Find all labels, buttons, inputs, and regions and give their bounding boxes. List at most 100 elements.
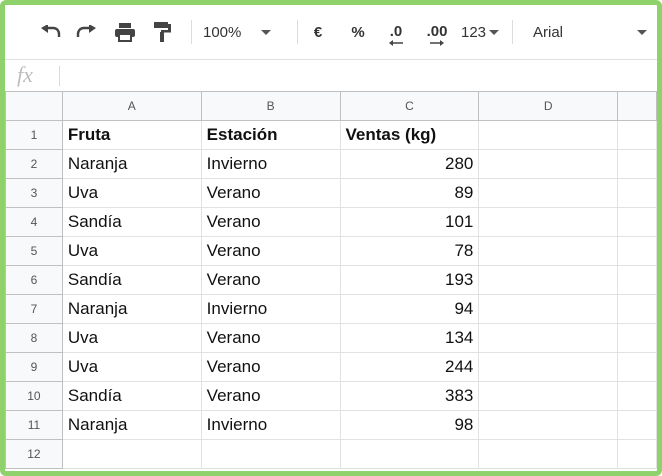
formula-input[interactable] [65,63,649,89]
table-row: 11 Naranja Invierno 98 [5,410,657,440]
cell-a4[interactable]: Sandía [61,207,202,237]
cell-a1[interactable]: Fruta [61,120,202,150]
cell-b12[interactable] [200,439,341,469]
row-header[interactable]: 6 [5,265,63,295]
cell-b10[interactable]: Verano [200,381,341,411]
column-header-d[interactable]: D [478,91,619,121]
cell-e9[interactable] [617,352,657,382]
cell-c12[interactable] [339,439,480,469]
spreadsheet-window: 100% € % .0 .00 123 Arial fx A B C D 1 F… [0,0,662,476]
cell-a3[interactable]: Uva [61,178,202,208]
cell-a2[interactable]: Naranja [61,149,202,179]
cell-e12[interactable] [617,439,657,469]
cell-c6[interactable]: 193 [339,265,480,295]
cell-d7[interactable] [478,294,619,324]
dropdown-caret-icon [637,29,648,35]
cell-e3[interactable] [617,178,657,208]
cell-c2[interactable]: 280 [339,149,480,179]
cell-c7[interactable]: 94 [339,294,480,324]
arrow-right-icon [430,39,444,46]
row-header[interactable]: 10 [5,381,63,411]
cell-b7[interactable]: Invierno [200,294,341,324]
table-row: 7 Naranja Invierno 94 [5,294,657,324]
font-select[interactable]: Arial [525,5,653,59]
cell-b1[interactable]: Estación [200,120,341,150]
column-header-a[interactable]: A [61,91,202,121]
cell-a6[interactable]: Sandía [61,265,202,295]
cell-e11[interactable] [617,410,657,440]
cell-b9[interactable]: Verano [200,352,341,382]
paint-format-icon[interactable] [147,5,177,59]
select-all-corner[interactable] [5,91,63,121]
cell-b5[interactable]: Verano [200,236,341,266]
cell-b6[interactable]: Verano [200,265,341,295]
cell-d5[interactable] [478,236,619,266]
cell-e7[interactable] [617,294,657,324]
cell-e5[interactable] [617,236,657,266]
increase-decimals-button[interactable]: .00 [417,5,457,59]
cell-d6[interactable] [478,265,619,295]
more-formats-button[interactable]: 123 [457,5,503,59]
cell-d10[interactable] [478,381,619,411]
cell-e4[interactable] [617,207,657,237]
row-header[interactable]: 9 [5,352,63,382]
cell-c10[interactable]: 383 [339,381,480,411]
row-header[interactable]: 2 [5,149,63,179]
dropdown-caret-icon [489,29,500,35]
row-header[interactable]: 1 [5,120,63,150]
cell-c9[interactable]: 244 [339,352,480,382]
cell-b2[interactable]: Invierno [200,149,341,179]
cell-c4[interactable]: 101 [339,207,480,237]
cell-b4[interactable]: Verano [200,207,341,237]
percent-format-button[interactable]: % [345,5,371,59]
cell-d12[interactable] [478,439,619,469]
formula-bar-separator [59,66,60,86]
decrease-decimals-button[interactable]: .0 [379,5,413,59]
toolbar: 100% € % .0 .00 123 Arial [5,5,657,60]
row-header[interactable]: 4 [5,207,63,237]
cell-d2[interactable] [478,149,619,179]
cell-a7[interactable]: Naranja [61,294,202,324]
cell-a9[interactable]: Uva [61,352,202,382]
row-header[interactable]: 3 [5,178,63,208]
column-header-c[interactable]: C [339,91,480,121]
toolbar-separator [297,20,298,44]
row-header[interactable]: 11 [5,410,63,440]
cell-c3[interactable]: 89 [339,178,480,208]
currency-format-button[interactable]: € [305,5,331,59]
cell-b3[interactable]: Verano [200,178,341,208]
cell-d3[interactable] [478,178,619,208]
cell-c1[interactable]: Ventas (kg) [339,120,480,150]
undo-icon[interactable] [35,5,65,59]
row-header[interactable]: 5 [5,236,63,266]
cell-b8[interactable]: Verano [200,323,341,353]
zoom-select[interactable]: 100% [203,5,291,59]
cell-a10[interactable]: Sandía [61,381,202,411]
cell-d8[interactable] [478,323,619,353]
cell-a8[interactable]: Uva [61,323,202,353]
cell-d1[interactable] [478,120,619,150]
cell-e8[interactable] [617,323,657,353]
cell-e1[interactable] [617,120,657,150]
cell-c8[interactable]: 134 [339,323,480,353]
row-header[interactable]: 12 [5,439,63,469]
column-header-e[interactable] [617,91,657,121]
cell-c5[interactable]: 78 [339,236,480,266]
more-formats-label: 123 [460,23,487,41]
cell-b11[interactable]: Invierno [200,410,341,440]
cell-a5[interactable]: Uva [61,236,202,266]
cell-e2[interactable] [617,149,657,179]
row-header[interactable]: 8 [5,323,63,353]
row-header[interactable]: 7 [5,294,63,324]
cell-e10[interactable] [617,381,657,411]
cell-a12[interactable] [61,439,202,469]
cell-a11[interactable]: Naranja [61,410,202,440]
cell-c11[interactable]: 98 [339,410,480,440]
redo-icon[interactable] [72,5,102,59]
cell-d9[interactable] [478,352,619,382]
cell-d11[interactable] [478,410,619,440]
column-header-b[interactable]: B [200,91,341,121]
cell-d4[interactable] [478,207,619,237]
print-icon[interactable] [110,5,140,59]
cell-e6[interactable] [617,265,657,295]
